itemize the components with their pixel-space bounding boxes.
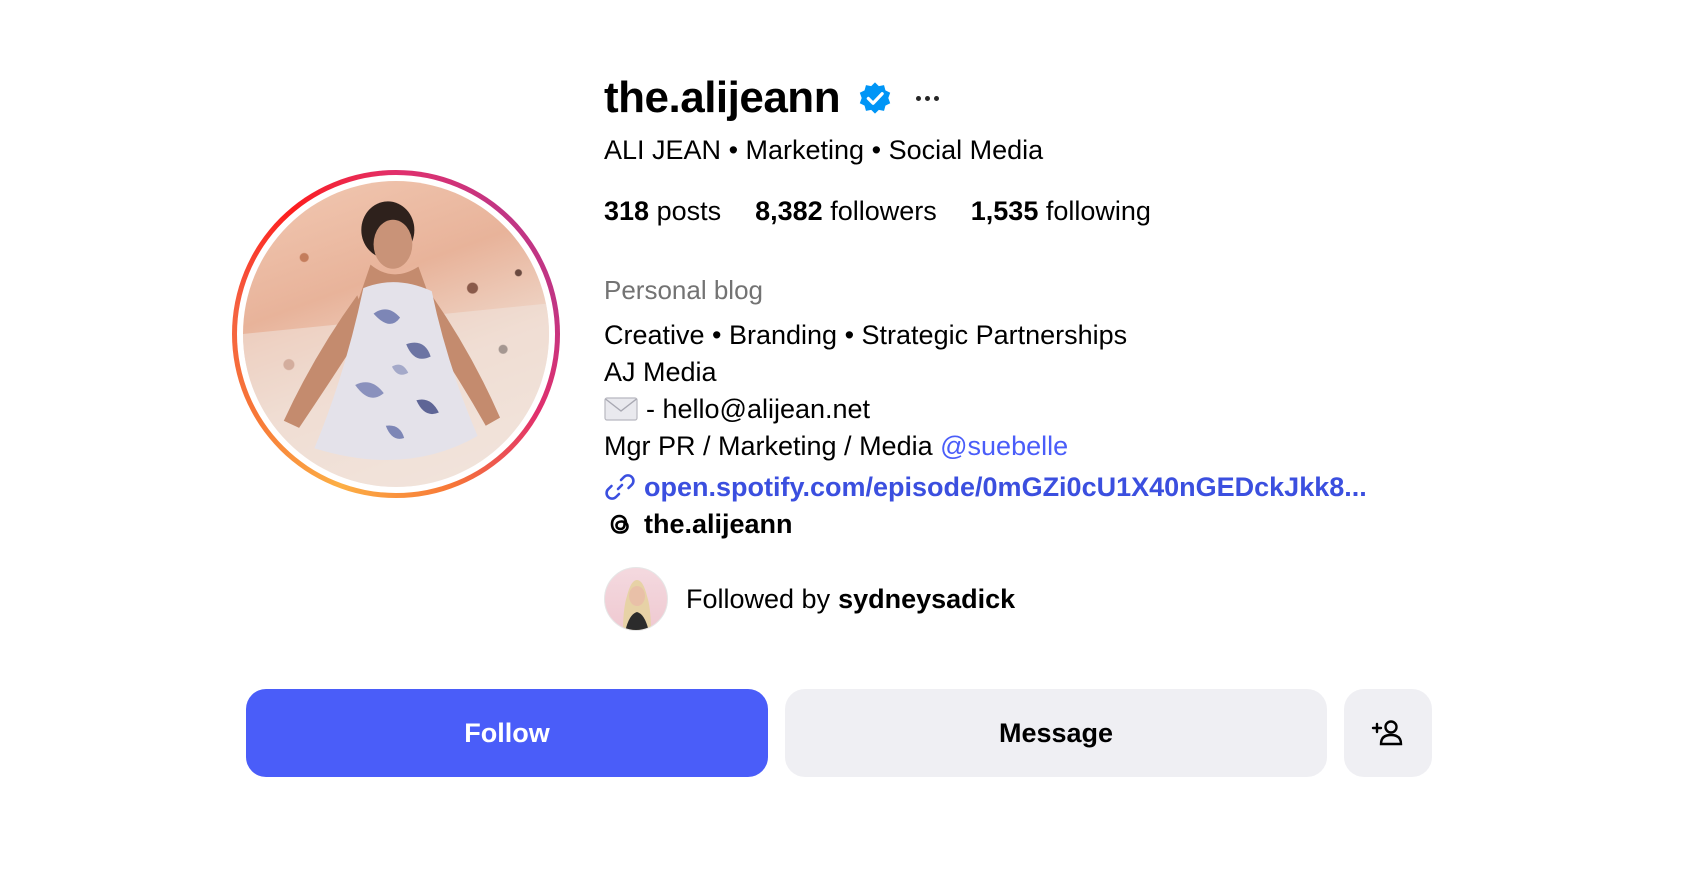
bio-line: Mgr PR / Marketing / Media @suebelle (604, 428, 1127, 465)
profile-category: Personal blog (604, 275, 763, 305)
headline-part-social-media: Social Media (888, 135, 1044, 165)
profile-avatar (243, 181, 549, 487)
profile-headline: ALI JEAN • Marketing • Social Media (604, 135, 1043, 166)
headline-part-marketing: Marketing (745, 135, 865, 165)
bio-email: - hello@alijean.net (646, 394, 871, 424)
followers-count: 8,382 (755, 196, 823, 226)
profile-page: the.alijeann ALI JEAN • Marketing • Soci… (0, 0, 1682, 878)
envelope-icon (604, 397, 638, 421)
profile-bio: Creative • Branding • Strategic Partners… (604, 317, 1127, 465)
verified-badge-icon (859, 82, 891, 114)
posts-count: 318 (604, 196, 650, 226)
profile-photo-figure (243, 201, 549, 487)
more-options-icon[interactable] (916, 93, 944, 103)
following-label: following (1045, 196, 1151, 226)
followed-by[interactable]: Followed by sydneysadick (604, 567, 1015, 631)
headline-separator: • (871, 135, 889, 165)
bio-line: Creative • Branding • Strategic Partners… (604, 320, 1128, 350)
follow-button[interactable]: Follow (246, 689, 768, 777)
link-icon (605, 474, 635, 500)
bio-roles: Mgr PR / Marketing / Media (604, 431, 933, 461)
external-link[interactable]: open.spotify.com/episode/0mGZi0cU1X40nGE… (604, 471, 1367, 503)
suggested-accounts-button[interactable] (1344, 689, 1432, 777)
follower-avatar (604, 567, 668, 631)
username-row: the.alijeann (604, 70, 944, 126)
profile-username: the.alijeann (604, 73, 841, 122)
add-person-icon (1371, 720, 1403, 746)
bio-mention-link[interactable]: @suebelle (940, 431, 1068, 461)
stat-posts[interactable]: 318 posts (604, 196, 721, 227)
external-link-text: open.spotify.com/episode/0mGZi0cU1X40nGE… (644, 471, 1367, 502)
profile-stats: 318 posts 8,382 followers 1,535 followin… (604, 196, 1151, 227)
profile-full-name: ALI JEAN (604, 135, 722, 165)
message-button[interactable]: Message (785, 689, 1327, 777)
threads-icon (610, 514, 629, 534)
threads-badge[interactable]: the.alijeann (604, 508, 793, 540)
bio-line: - hello@alijean.net (604, 391, 1127, 428)
stat-following[interactable]: 1,535 following (971, 196, 1151, 227)
posts-label: posts (656, 196, 722, 226)
followed-by-user[interactable]: sydneysadick (838, 584, 1015, 615)
threads-handle: the.alijeann (644, 508, 793, 539)
following-count: 1,535 (970, 196, 1039, 226)
bio-line: AJ Media (604, 357, 717, 387)
headline-separator: • (728, 135, 746, 165)
follower-avatar-figure (623, 580, 651, 630)
followed-by-prefix: Followed by (686, 583, 831, 614)
stat-followers[interactable]: 8,382 followers (755, 196, 937, 227)
followers-label: followers (830, 196, 937, 226)
profile-avatar-story-ring[interactable] (232, 170, 560, 498)
